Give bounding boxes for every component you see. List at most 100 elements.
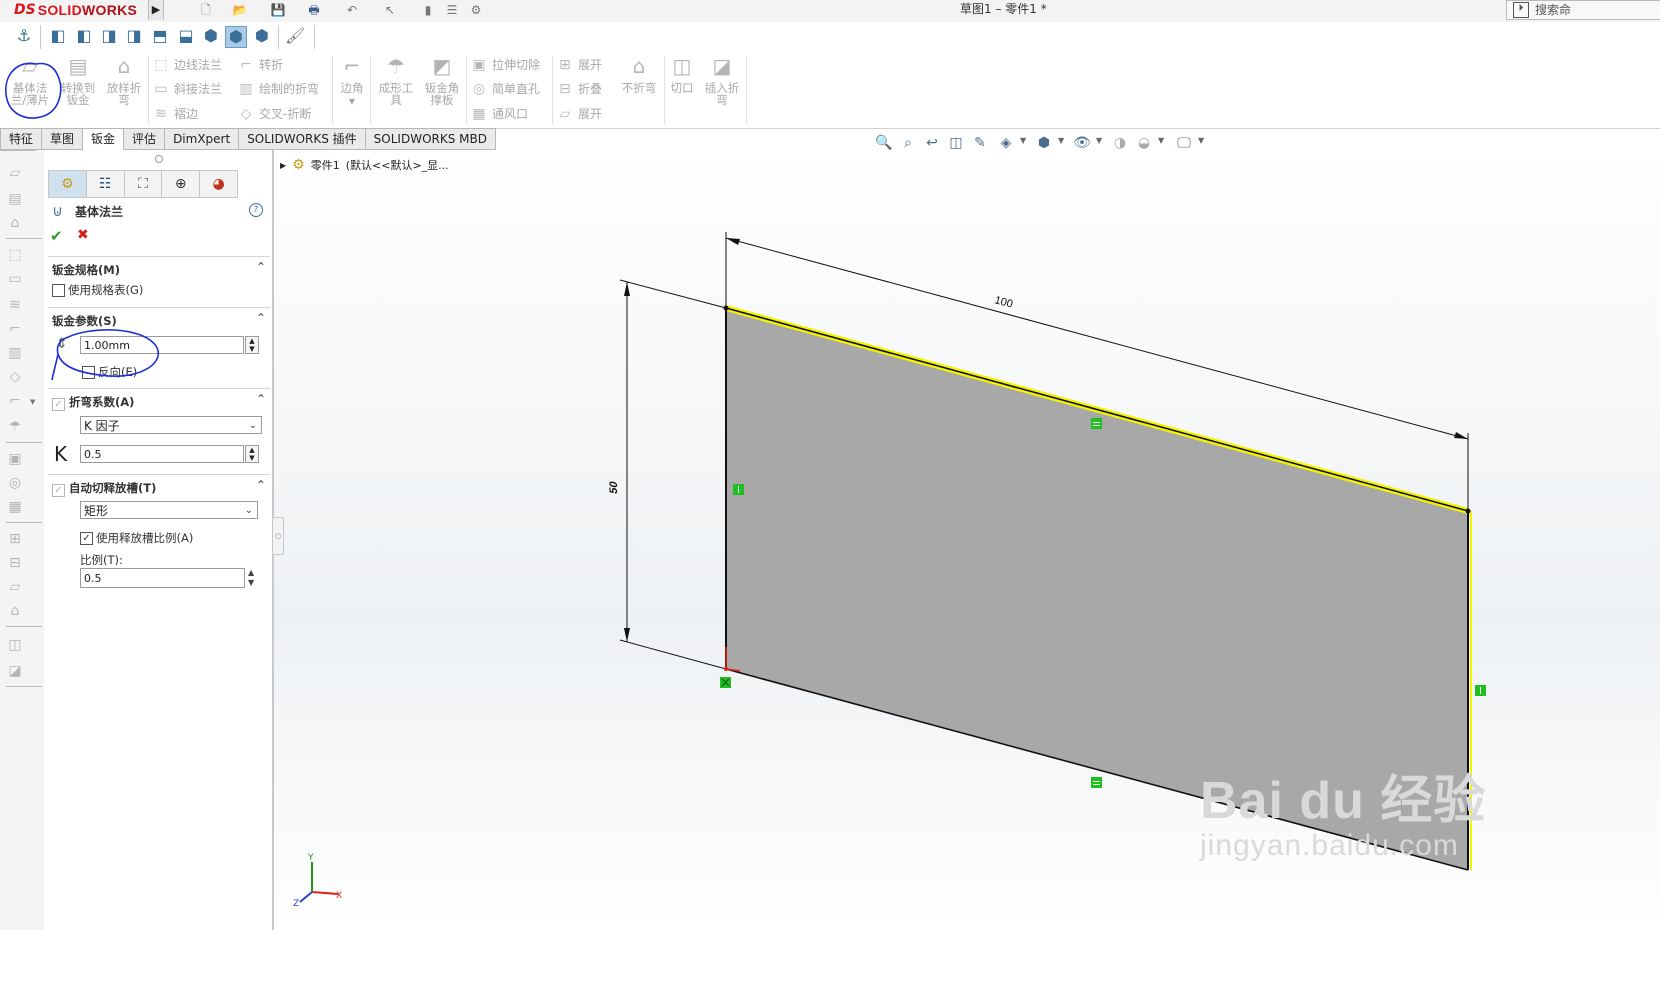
panel-resize-handle[interactable]	[155, 155, 163, 163]
extruded-cut-button[interactable]: ▣ 拉伸切除	[470, 56, 540, 73]
jog-strip-icon[interactable]: ⌐	[6, 320, 24, 338]
open-document-icon[interactable]: 📂	[232, 3, 248, 18]
ratio-input[interactable]: 0.5	[80, 568, 245, 588]
use-gauge-table-checkbox[interactable]	[52, 284, 65, 297]
use-gauge-table-option[interactable]: 使用规格表(G)	[52, 282, 143, 298]
tab-sheet-metal[interactable]: 钣金	[83, 128, 125, 150]
bend-allowance-checkbox[interactable]: ✓	[52, 398, 65, 411]
collapse-caret-icon[interactable]: ⌃	[256, 478, 266, 492]
apply-scene-dropdown[interactable]: ▼	[1158, 136, 1164, 145]
no-bends-strip-icon[interactable]: ⌂	[6, 602, 24, 620]
property-manager-tab-icon[interactable]: ☷	[86, 171, 125, 197]
corners-strip-dropdown[interactable]: ▼	[30, 398, 35, 406]
sketched-bend-strip-icon[interactable]: ▥	[6, 344, 24, 362]
flatten-strip-icon[interactable]: ▱	[6, 578, 24, 596]
hide-show-dropdown[interactable]: ▼	[1096, 136, 1102, 145]
fold-button[interactable]: ⊟ 折叠	[556, 80, 602, 97]
collapse-caret-icon[interactable]: ⌃	[256, 392, 266, 406]
feature-manager-tab-icon[interactable]: ⚙	[49, 171, 87, 197]
vent-button[interactable]: ▦ 通风口	[470, 105, 528, 122]
cross-break-strip-icon[interactable]: ◇	[6, 368, 24, 386]
horizontal-relation-icon[interactable]	[1091, 777, 1102, 788]
collapse-caret-icon[interactable]: ⌃	[256, 311, 266, 325]
jog-button[interactable]: ⌐ 转折	[237, 56, 283, 73]
back-view-icon[interactable]: ◧	[74, 26, 94, 46]
horizontal-relation-icon[interactable]	[1091, 418, 1102, 429]
bend-allowance-header[interactable]: 折弯系数(A)	[69, 394, 134, 410]
sketched-bend-button[interactable]: ▥ 绘制的折弯	[237, 80, 319, 97]
auto-relief-toggle[interactable]: ✓	[52, 480, 68, 499]
display-manager-tab-icon[interactable]: ◕	[200, 171, 237, 197]
bottom-view-icon[interactable]: ⬓	[176, 26, 196, 46]
tab-solidworks-addins[interactable]: SOLIDWORKS 插件	[239, 128, 366, 150]
k-factor-spinner[interactable]: ▲ ▼	[245, 445, 259, 463]
hem-strip-icon[interactable]: ≋	[6, 296, 24, 314]
rebuild-icon[interactable]: ▮	[420, 3, 436, 18]
cross-break-button[interactable]: ◇ 交叉-折断	[237, 105, 312, 122]
select-pointer-icon[interactable]: ↖	[382, 3, 398, 18]
tab-evaluate[interactable]: 评估	[124, 128, 166, 150]
forming-tool-button[interactable]: ☂ 成形工具	[374, 56, 418, 106]
sketch-brush-icon[interactable]: 🖌	[285, 26, 305, 46]
dimetric-view-icon[interactable]: ⬢	[252, 26, 272, 46]
display-style-dropdown[interactable]: ▼	[1058, 136, 1064, 145]
tab-features[interactable]: 特征	[0, 128, 43, 150]
print-icon[interactable]: 🖶	[306, 3, 322, 18]
view-settings-dropdown[interactable]: ▼	[1198, 136, 1204, 145]
search-commands-box[interactable]: ⏵ 搜索命	[1506, 0, 1660, 20]
dimxpert-manager-tab-icon[interactable]: ⊕	[162, 171, 201, 197]
view-orientation-dropdown[interactable]: ▼	[1020, 136, 1026, 145]
ratio-spinner[interactable]: ▲ ▼	[248, 568, 254, 588]
solidworks-logo[interactable]: DS SOLIDWORKS	[14, 0, 137, 20]
k-factor-input[interactable]: 0.5	[80, 445, 244, 463]
width-dimension-value[interactable]: 100	[993, 294, 1014, 310]
left-view-icon[interactable]: ◨	[99, 26, 119, 46]
bend-allowance-toggle[interactable]: ✓	[52, 394, 68, 413]
sheet-metal-gusset-button[interactable]: ◩ 钣金角 撑板	[420, 56, 464, 106]
save-icon[interactable]: 💾	[270, 3, 286, 18]
height-dimension-value[interactable]: 50	[608, 480, 620, 495]
relief-type-select[interactable]: 矩形 ⌄	[80, 501, 258, 519]
gauge-group-header[interactable]: 钣金规格(M)	[52, 262, 120, 278]
bend-allowance-type-select[interactable]: K 因子 ⌄	[80, 416, 262, 434]
corners-button[interactable]: ⌐ 边角 ▼	[336, 56, 368, 108]
vent-strip-icon[interactable]: ▦	[6, 498, 24, 516]
tab-dimxpert[interactable]: DimXpert	[165, 128, 240, 150]
top-view-icon[interactable]: ⬒	[150, 26, 170, 46]
edge-flange-strip-icon[interactable]: ⬚	[6, 246, 24, 264]
no-bends-button[interactable]: ⌂ 不折弯	[616, 56, 662, 94]
ok-checkmark-icon[interactable]: ✔	[50, 227, 63, 245]
base-flange-strip-icon[interactable]: ▱	[6, 164, 24, 182]
lofted-bend-strip-icon[interactable]: ⌂	[6, 214, 24, 232]
file-properties-icon[interactable]: ☰	[444, 3, 460, 18]
use-relief-ratio-option[interactable]: ✓ 使用释放槽比例(A)	[80, 530, 193, 546]
insert-bends-strip-icon[interactable]: ◪	[6, 662, 24, 680]
tab-solidworks-mbd[interactable]: SOLIDWORKS MBD	[365, 128, 496, 150]
panel-collapse-handle[interactable]: ○	[272, 517, 284, 555]
rip-button[interactable]: ◫ 切口	[666, 56, 698, 94]
simple-hole-strip-icon[interactable]: ◎	[6, 474, 24, 492]
configuration-manager-tab-icon[interactable]: ⛶	[124, 171, 163, 197]
help-icon[interactable]: ?	[249, 203, 263, 217]
rip-strip-icon[interactable]: ◫	[6, 636, 24, 654]
corners-dropdown-arrow[interactable]: ▼	[349, 97, 355, 106]
flatten-button[interactable]: ▱ 展开	[556, 105, 602, 122]
miter-flange-button[interactable]: ▭ 斜接法兰	[152, 80, 222, 97]
origin-point[interactable]	[724, 667, 728, 671]
fold-strip-icon[interactable]: ⊟	[6, 554, 24, 572]
tab-sketch[interactable]: 草图	[42, 128, 84, 150]
use-relief-ratio-checkbox[interactable]: ✓	[80, 532, 93, 545]
menu-expand-arrow[interactable]: ▶	[148, 0, 164, 20]
undo-icon[interactable]: ↶	[344, 3, 360, 18]
convert-strip-icon[interactable]: ▤	[6, 190, 24, 208]
edge-flange-button[interactable]: ⬚ 边线法兰	[152, 56, 222, 73]
simple-hole-button[interactable]: ◎ 简单直孔	[470, 80, 540, 97]
insert-bends-button[interactable]: ◪ 插入折弯	[700, 56, 744, 106]
unfold-button[interactable]: ⊞ 展开	[556, 56, 602, 73]
trimetric-view-icon[interactable]: ⬢	[225, 26, 247, 48]
forming-tool-strip-icon[interactable]: ☂	[6, 418, 24, 436]
cancel-x-icon[interactable]: ✖	[77, 227, 89, 243]
isometric-view-icon[interactable]: ⬢	[201, 26, 221, 46]
new-document-icon[interactable]: 🗋	[198, 3, 214, 18]
corners-strip-icon[interactable]: ⌐	[6, 392, 24, 410]
